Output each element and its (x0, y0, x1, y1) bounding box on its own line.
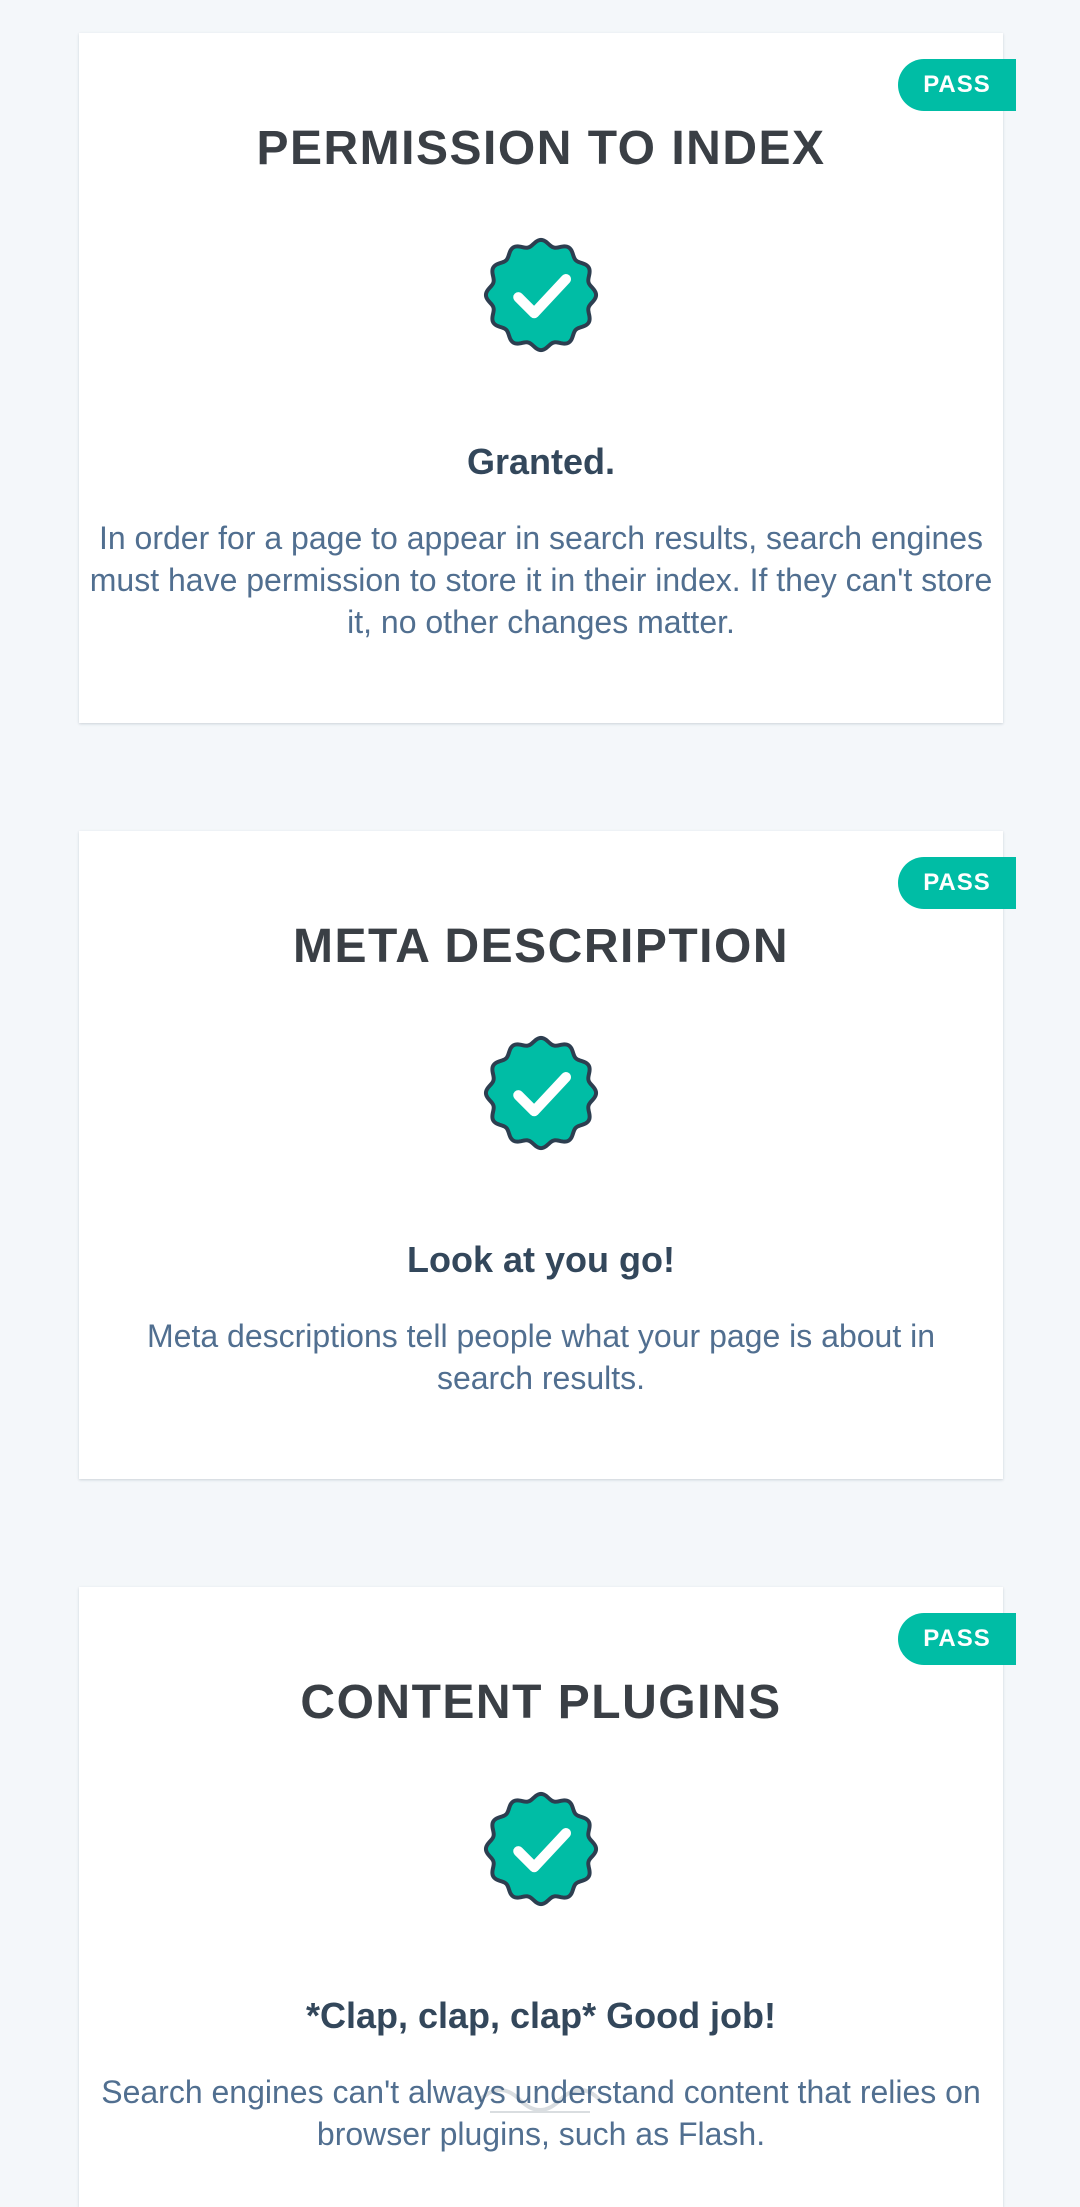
card-description: Meta descriptions tell people what your … (146, 1318, 936, 1396)
card-status: Granted. (466, 441, 616, 482)
card-title: PERMISSION TO INDEX (256, 122, 826, 175)
card-title: CONTENT PLUGINS (300, 1676, 782, 1729)
check-badge-icon (473, 1025, 609, 1161)
pass-badge: PASS (898, 857, 1016, 909)
pass-badge: PASS (898, 1613, 1016, 1665)
audit-card-meta-description: PASS META DESCRIPTION Look at you go! Me… (79, 831, 1016, 1479)
check-badge-icon (473, 227, 609, 363)
card-status: Look at you go! (407, 1239, 675, 1280)
card-status: *Clap, clap, clap* Good job! (305, 1995, 777, 2036)
audit-card-permission-to-index: PASS PERMISSION TO INDEX Granted. In ord… (79, 33, 1016, 723)
audit-card-content-plugins: PASS CONTENT PLUGINS *Clap, clap, clap* … (79, 1587, 1016, 2207)
card-title: META DESCRIPTION (292, 920, 789, 973)
pass-badge: PASS (898, 59, 1016, 111)
card-description: In order for a page to appear in search … (89, 520, 993, 640)
check-badge-icon (473, 1781, 609, 1917)
card-description: Search engines can't always understand c… (101, 2074, 981, 2152)
